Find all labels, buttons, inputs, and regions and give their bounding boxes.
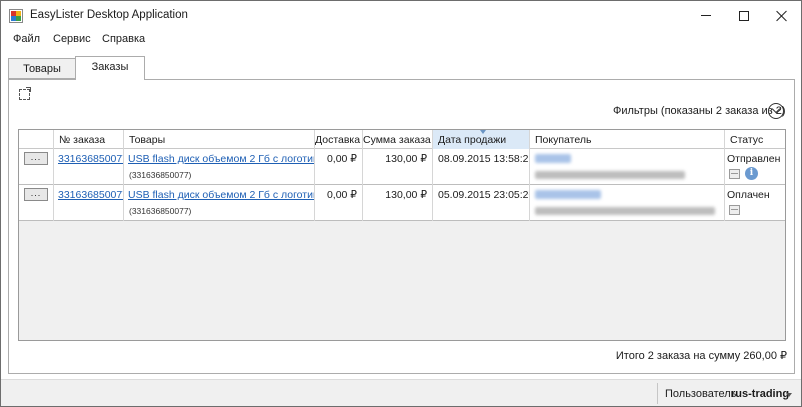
menu-bar: Файл Сервис Справка <box>1 30 801 49</box>
buyer-link-redacted[interactable] <box>535 154 571 163</box>
order-link[interactable]: 331636850077 <box>58 153 123 165</box>
orders-total: Итого 2 заказа на сумму 260,00 ₽ <box>615 350 787 362</box>
tab-orders[interactable]: Заказы <box>75 56 145 80</box>
shipping-icon[interactable] <box>729 205 740 215</box>
minimize-button[interactable] <box>687 1 725 30</box>
chevron-down-icon[interactable] <box>786 393 792 397</box>
header-order-no[interactable]: № заказа <box>54 130 124 149</box>
cell-sale-date: 08.09.2015 13:58:29 <box>433 149 530 185</box>
status-value: Отправлен <box>727 153 781 165</box>
cell-items: USB flash диск объемом 2 Гб с логотипом … <box>124 149 315 185</box>
total-value: 130,00 ₽ <box>385 189 427 201</box>
cell-delivery: 0,00 ₽ <box>315 185 363 221</box>
header-items[interactable]: Товары <box>124 130 315 149</box>
tab-goods[interactable]: Товары <box>8 58 76 79</box>
shipping-icon[interactable] <box>729 169 740 179</box>
buyer-link-redacted[interactable] <box>535 190 601 199</box>
app-window: EasyLister Desktop Application Файл Серв… <box>0 0 802 407</box>
menu-help[interactable]: Справка <box>102 33 145 45</box>
cell-total: 130,00 ₽ <box>363 185 433 221</box>
cell-status: Оплачен <box>725 185 785 221</box>
filters-label: Фильтры (показаны 2 заказа из 2) <box>613 105 786 117</box>
title-bar: EasyLister Desktop Application <box>1 1 801 30</box>
orders-grid: № заказа Товары Доставка Сумма заказа Да… <box>18 129 786 341</box>
cell-buyer <box>530 185 725 221</box>
maximize-button[interactable] <box>725 1 763 30</box>
status-separator <box>657 383 658 404</box>
header-sale-date[interactable]: Дата продажи <box>433 130 530 149</box>
cell-items: USB flash диск объемом 2 Гб с логотипом … <box>124 185 315 221</box>
header-delivery[interactable]: Доставка <box>315 130 363 149</box>
header-buyer[interactable]: Покупатель <box>530 130 725 149</box>
row-menu-button[interactable]: ... <box>24 152 48 165</box>
table-row: ... 331636850077 USB flash диск объемом … <box>19 185 785 221</box>
delivery-value: 0,00 ₽ <box>326 153 357 165</box>
close-button[interactable] <box>763 1 801 30</box>
filters-expand-button[interactable] <box>768 103 784 119</box>
header-sale-date-label: Дата продажи <box>438 134 507 146</box>
window-title: EasyLister Desktop Application <box>30 9 188 21</box>
cell-status: Отправлен i <box>725 149 785 185</box>
header-status[interactable]: Статус <box>725 130 785 149</box>
sale-date-value: 08.09.2015 13:58:29 <box>438 153 530 165</box>
grid-header: № заказа Товары Доставка Сумма заказа Да… <box>19 130 785 149</box>
buyer-email-redacted <box>535 171 685 179</box>
menu-service[interactable]: Сервис <box>53 33 91 45</box>
cell-action: ... <box>19 185 54 221</box>
header-total[interactable]: Сумма заказа <box>363 130 433 149</box>
cell-action: ... <box>19 149 54 185</box>
table-row: ... 331636850077 USB flash диск объемом … <box>19 149 785 185</box>
sale-date-value: 05.09.2015 23:05:20 <box>438 189 530 201</box>
status-bar: Пользователь rus-trading <box>1 379 801 406</box>
item-id: (331636850077) <box>129 170 192 180</box>
item-id: (331636850077) <box>129 206 192 216</box>
total-value: 130,00 ₽ <box>385 153 427 165</box>
cell-total: 130,00 ₽ <box>363 149 433 185</box>
cell-buyer <box>530 149 725 185</box>
refresh-icon[interactable] <box>19 87 31 100</box>
order-link[interactable]: 331636850077 <box>58 189 123 201</box>
buyer-email-redacted <box>535 207 715 215</box>
minimize-icon <box>701 15 711 16</box>
menu-file[interactable]: Файл <box>13 33 40 45</box>
delivery-value: 0,00 ₽ <box>326 189 357 201</box>
status-value: Оплачен <box>727 189 770 201</box>
sort-desc-icon <box>480 130 486 134</box>
maximize-icon <box>739 10 749 21</box>
row-menu-button[interactable]: ... <box>24 188 48 201</box>
cell-order-no: 331636850077 <box>54 149 124 185</box>
item-link[interactable]: USB flash диск объемом 2 Гб с логотипом <box>128 153 314 165</box>
cell-order-no: 331636850077 <box>54 185 124 221</box>
user-selector[interactable]: rus-trading <box>731 388 789 400</box>
cell-sale-date: 05.09.2015 23:05:20 <box>433 185 530 221</box>
app-logo-icon <box>9 9 23 23</box>
user-label: Пользователь <box>665 388 737 400</box>
close-icon <box>776 10 788 22</box>
info-icon[interactable]: i <box>745 167 758 180</box>
item-link[interactable]: USB flash диск объемом 2 Гб с логотипом <box>128 189 314 201</box>
header-action <box>19 130 54 149</box>
cell-delivery: 0,00 ₽ <box>315 149 363 185</box>
